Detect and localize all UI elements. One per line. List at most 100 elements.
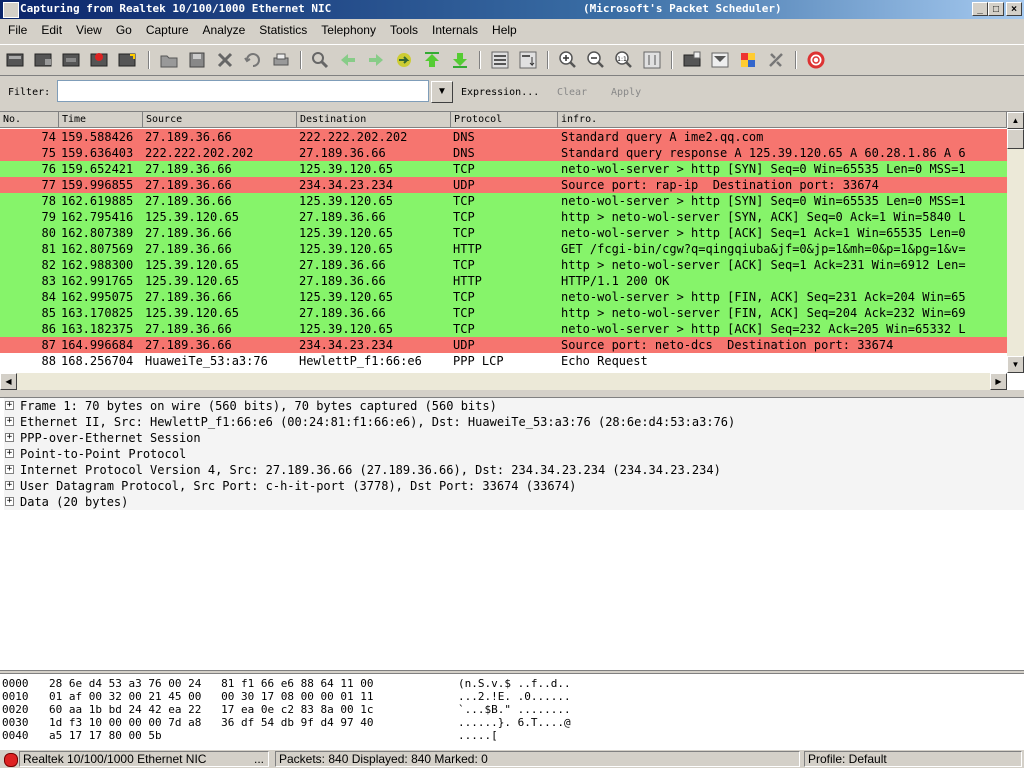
packet-row[interactable]: 88 168.256704 HuaweiTe_53:a3:76 HewlettP_f1… (0, 353, 1007, 369)
coloring-rules-icon[interactable] (737, 49, 759, 71)
column-header-no[interactable]: No. (0, 112, 59, 128)
apply-button[interactable]: Apply (611, 87, 641, 98)
open-file-icon[interactable] (158, 49, 180, 71)
scroll-right-icon[interactable]: ▶ (990, 373, 1007, 390)
menu-capture[interactable]: Capture (138, 20, 195, 39)
packet-cell-info: neto-wol-server > http [SYN] Seq=0 Win=6… (561, 162, 966, 176)
scroll-thumb[interactable] (1007, 129, 1024, 149)
menu-analyze[interactable]: Analyze (195, 20, 252, 39)
packet-row[interactable]: 75 159.636403 222.222.202.202 27.189.36.66 D… (0, 145, 1007, 161)
stop-capture-icon[interactable] (88, 49, 110, 71)
expand-icon[interactable]: + (5, 481, 14, 490)
packet-row[interactable]: 79 162.795416 125.39.120.65 27.189.36.66 TCP… (0, 209, 1007, 225)
menu-help[interactable]: Help (484, 20, 523, 39)
maximize-button[interactable]: □ (988, 2, 1004, 16)
zoom-normal-icon[interactable]: 1:1 (613, 49, 635, 71)
scroll-up-icon[interactable]: ▲ (1007, 112, 1024, 129)
packet-row[interactable]: 81 162.807569 27.189.36.66 125.39.120.65 HTT… (0, 241, 1007, 257)
packet-list-horizontal-scrollbar[interactable]: ◀ ▶ (0, 373, 1007, 390)
detail-tree-row[interactable]: + User Datagram Protocol, Src Port: c-h-i… (4, 478, 1024, 494)
packet-cell-src: 125.39.120.65 (145, 210, 239, 224)
find-packet-icon[interactable] (309, 49, 331, 71)
packet-row[interactable]: 77 159.996855 27.189.36.66 234.34.23.234 UDP… (0, 177, 1007, 193)
help-icon[interactable] (805, 49, 827, 71)
close-button[interactable]: × (1006, 2, 1022, 16)
packet-cell-time: 159.588426 (61, 130, 134, 144)
packet-row[interactable]: 83 162.991765 125.39.120.65 27.189.36.66 HTT… (0, 273, 1007, 289)
colorize-icon[interactable] (489, 49, 511, 71)
menu-go[interactable]: Go (108, 20, 138, 39)
packet-row[interactable]: 86 163.182375 27.189.36.66 125.39.120.65 TCP… (0, 321, 1007, 337)
menu-file[interactable]: File (0, 20, 33, 39)
restart-capture-icon[interactable] (116, 49, 138, 71)
start-capture-icon[interactable] (60, 49, 82, 71)
menu-edit[interactable]: Edit (33, 20, 68, 39)
detail-tree-row[interactable]: + Data (20 bytes) (4, 494, 1024, 510)
go-back-icon[interactable] (337, 49, 359, 71)
expand-icon[interactable]: + (5, 417, 14, 426)
packet-row[interactable]: 78 162.619885 27.189.36.66 125.39.120.65 TCP… (0, 193, 1007, 209)
go-first-icon[interactable] (421, 49, 443, 71)
column-header-source[interactable]: Source (143, 112, 297, 128)
packet-cell-no: 85 (41, 306, 56, 320)
capture-filters-icon[interactable] (681, 49, 703, 71)
capture-options-icon[interactable] (32, 49, 54, 71)
packet-row[interactable]: 84 162.995075 27.189.36.66 125.39.120.65 TCP… (0, 289, 1007, 305)
detail-tree-row[interactable]: + Frame 1: 70 bytes on wire (560 bits), 7… (4, 398, 1024, 414)
packet-row[interactable]: 80 162.807389 27.189.36.66 125.39.120.65 TCP… (0, 225, 1007, 241)
column-header-protocol[interactable]: Protocol (451, 112, 558, 128)
hex-off: 0030 (2, 716, 29, 729)
go-last-icon[interactable] (449, 49, 471, 71)
clear-button[interactable]: Clear (557, 87, 587, 98)
column-header-info[interactable]: infro. (558, 112, 1007, 128)
menu-view[interactable]: View (68, 20, 108, 39)
zoom-in-icon[interactable] (557, 49, 579, 71)
autoscroll-icon[interactable] (517, 49, 539, 71)
preferences-icon[interactable] (765, 49, 787, 71)
menu-statistics[interactable]: Statistics (251, 20, 313, 39)
column-header-time[interactable]: Time (59, 112, 143, 128)
expand-icon[interactable]: + (5, 497, 14, 506)
minimize-button[interactable]: _ (972, 2, 988, 16)
detail-tree-row[interactable]: + PPP-over-Ethernet Session (4, 430, 1024, 446)
scroll-left-icon[interactable]: ◀ (0, 373, 17, 390)
detail-tree-row[interactable]: + Internet Protocol Version 4, Src: 27.18… (4, 462, 1024, 478)
display-filters-icon[interactable] (709, 49, 731, 71)
filter-dropdown-button[interactable]: ▼ (431, 81, 453, 103)
print-icon[interactable] (270, 49, 292, 71)
scroll-down-icon[interactable]: ▼ (1007, 356, 1024, 373)
filter-input[interactable] (57, 80, 429, 102)
expression-button[interactable]: Expression... (461, 87, 539, 98)
save-file-icon[interactable] (186, 49, 208, 71)
packet-row[interactable]: 76 159.652421 27.189.36.66 125.39.120.65 TCP… (0, 161, 1007, 177)
packet-row[interactable]: 87 164.996684 27.189.36.66 234.34.23.234 UDP… (0, 337, 1007, 353)
go-forward-icon[interactable] (365, 49, 387, 71)
detail-tree-row[interactable]: + Point-to-Point Protocol (4, 446, 1024, 462)
menu-tools[interactable]: Tools (382, 20, 424, 39)
packet-cell-src: HuaweiTe_53:a3:76 (145, 354, 268, 368)
packet-row[interactable]: 74 159.588426 27.189.36.66 222.222.202.202 D… (0, 129, 1007, 145)
close-file-icon[interactable] (214, 49, 236, 71)
expand-icon[interactable]: + (5, 433, 14, 442)
interface-list-icon[interactable] (4, 49, 26, 71)
detail-tree-row[interactable]: + Ethernet II, Src: HewlettP_f1:66:e6 (00… (4, 414, 1024, 430)
packet-row[interactable]: 82 162.988300 125.39.120.65 27.189.36.66 TCP… (0, 257, 1007, 273)
packet-cell-proto: UDP (453, 338, 475, 352)
expand-icon[interactable]: + (5, 401, 14, 410)
menu-internals[interactable]: Internals (424, 20, 484, 39)
resize-columns-icon[interactable] (641, 49, 663, 71)
expert-info-ellipsis[interactable]: ... (254, 752, 264, 766)
packet-cell-dst: 27.189.36.66 (299, 146, 386, 160)
packet-cell-no: 83 (41, 274, 56, 288)
column-header-destination[interactable]: Destination (297, 112, 451, 128)
reload-file-icon[interactable] (242, 49, 264, 71)
capture-status-icon[interactable] (4, 753, 18, 767)
go-to-packet-icon[interactable] (393, 49, 415, 71)
expand-icon[interactable]: + (5, 449, 14, 458)
expand-icon[interactable]: + (5, 465, 14, 474)
packet-row[interactable]: 85 163.170825 125.39.120.65 27.189.36.66 TCP… (0, 305, 1007, 321)
packet-list-vertical-scrollbar[interactable]: ▲ ▼ (1007, 112, 1024, 373)
zoom-out-icon[interactable] (585, 49, 607, 71)
menu-telephony[interactable]: Telephony (313, 20, 382, 39)
profile-status[interactable]: Profile: Default (804, 751, 1022, 767)
